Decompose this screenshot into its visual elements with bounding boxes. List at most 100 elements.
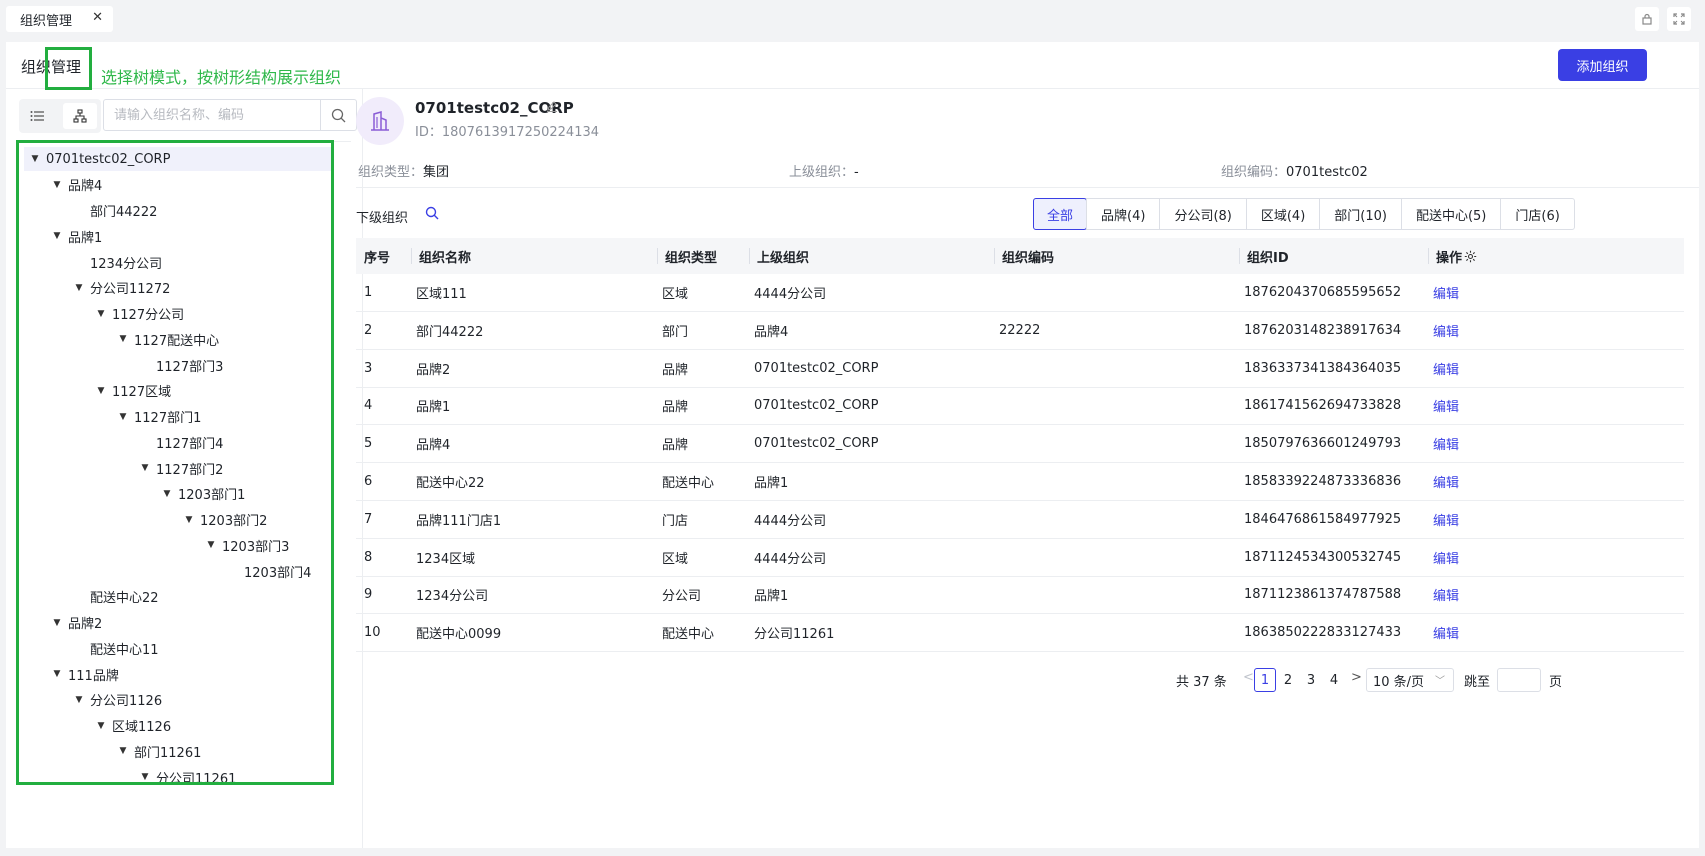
edit-link[interactable]: 编辑: [1433, 614, 1459, 651]
tree-view-icon[interactable]: [63, 103, 97, 129]
sub-orgs-title: 下级组织: [356, 211, 409, 226]
table-cell: 分公司: [662, 589, 702, 605]
table-cell: 7: [364, 511, 373, 527]
add-org-button[interactable]: 添加组织: [1558, 49, 1647, 81]
table-cell: 2: [364, 322, 373, 338]
page-suffix: 页: [1549, 675, 1563, 690]
jump-label: 跳至: [1464, 675, 1491, 690]
filter-button[interactable]: 分公司(8): [1159, 199, 1245, 229]
table-cell: 品牌1: [754, 589, 789, 605]
table-cell: 品牌4: [754, 324, 789, 340]
table-cell: 品牌2: [416, 362, 451, 378]
chevron-down-icon: ﹀: [1435, 676, 1445, 687]
annotation-text: 选择树模式，按树形结构展示组织: [101, 68, 342, 87]
org-detail-panel: 0701testc02_CORP ID：1807613917250224134 …: [356, 89, 1699, 848]
edit-link[interactable]: 编辑: [1433, 387, 1459, 424]
table-cell: 8: [364, 549, 373, 565]
table-cell: 4444分公司: [754, 287, 827, 302]
settings-icon[interactable]: [1464, 238, 1477, 274]
table-cell: 品牌4: [416, 438, 451, 454]
prev-page-icon[interactable]: <: [1243, 670, 1254, 685]
page-1[interactable]: 1: [1254, 668, 1276, 692]
building-icon: [356, 97, 404, 145]
edit-link[interactable]: 编辑: [1433, 463, 1459, 500]
next-page-icon[interactable]: >: [1351, 670, 1362, 685]
pagination: 共 37 条 < 1 2 3 4 > 10 条/页 ﹀ 跳至 页: [356, 668, 1699, 692]
page-4[interactable]: 4: [1323, 668, 1345, 692]
table-header: 序号 组织名称 组织类型 上级组织 组织编码 组织ID 操作: [356, 238, 1684, 274]
close-icon[interactable]: ✕: [92, 10, 103, 25]
filter-button[interactable]: 品牌(4): [1086, 199, 1159, 229]
table-cell: 1861741562694733828: [1244, 398, 1402, 414]
table-row: 6 配送中心22 配送中心 品牌1 1858339224873336836 编辑: [356, 463, 1684, 501]
edit-icon[interactable]: [546, 100, 558, 116]
search-icon[interactable]: [320, 100, 356, 130]
parent-org-label: 上级组织：: [789, 165, 855, 180]
table-cell: 配送中心: [662, 476, 715, 491]
column-header: 组织ID: [1247, 250, 1289, 266]
filter-button[interactable]: 区域(4): [1245, 199, 1319, 229]
list-view-icon[interactable]: [27, 107, 47, 125]
table-cell: 1871123861374787588: [1244, 587, 1402, 603]
info-divider: [356, 187, 1699, 188]
table-cell: 10: [364, 625, 381, 641]
page-2[interactable]: 2: [1277, 668, 1299, 692]
table-cell: 品牌111门店1: [416, 513, 502, 529]
annotation-box-view-switch: [45, 47, 92, 90]
lock-icon[interactable]: [1635, 7, 1659, 31]
table-cell: 品牌1: [416, 400, 451, 416]
table-cell: 4: [364, 398, 373, 414]
table-cell: 1234区域: [416, 551, 476, 567]
edit-link[interactable]: 编辑: [1433, 312, 1459, 349]
column-header: 序号: [364, 250, 391, 266]
jump-page-input[interactable]: [1497, 668, 1541, 692]
org-type-field: 组织类型：集团: [358, 161, 449, 180]
column-header: 组织类型: [665, 250, 718, 266]
table-cell: 1863850222833127433: [1244, 625, 1402, 641]
edit-link[interactable]: 编辑: [1433, 576, 1459, 613]
table-row: 3 品牌2 品牌 0701testc02_CORP 183633734138436403…: [356, 350, 1684, 388]
org-id: ID：1807613917250224134: [415, 121, 599, 140]
filter-button[interactable]: 全部: [1033, 198, 1088, 230]
table-cell: 0701testc02_CORP: [754, 398, 879, 414]
table-cell: 1858339224873336836: [1244, 474, 1402, 489]
org-code-value: 0701testc02: [1286, 165, 1368, 180]
org-id-value: 1807613917250224134: [441, 125, 600, 140]
search-icon[interactable]: [425, 206, 439, 224]
edit-link[interactable]: 编辑: [1433, 274, 1459, 311]
edit-link[interactable]: 编辑: [1433, 501, 1459, 538]
fullscreen-icon[interactable]: [1667, 7, 1691, 31]
column-divider: [657, 248, 658, 264]
edit-link[interactable]: 编辑: [1433, 350, 1459, 387]
tab-org-management[interactable]: 组织管理 ✕: [6, 6, 113, 32]
table-cell: 5: [364, 436, 373, 452]
table-cell: 1836337341384364035: [1244, 360, 1402, 376]
filter-button[interactable]: 配送中心(5): [1400, 199, 1500, 229]
edit-link[interactable]: 编辑: [1433, 425, 1459, 462]
org-search-input[interactable]: [104, 100, 318, 130]
column-header: 组织编码: [1002, 250, 1055, 266]
column-header: 组织名称: [419, 250, 472, 266]
table-cell: 区域: [662, 551, 689, 567]
annotation-box-tree: [16, 140, 334, 785]
edit-link[interactable]: 编辑: [1433, 539, 1459, 576]
table-row: 5 品牌4 品牌 0701testc02_CORP 185079763660124979…: [356, 425, 1684, 464]
column-divider: [411, 248, 412, 264]
page-3[interactable]: 3: [1300, 668, 1322, 692]
filter-button[interactable]: 门店(6): [1500, 199, 1573, 229]
table-cell: 区域: [662, 287, 689, 302]
table-cell: 1850797636601249793: [1244, 436, 1402, 452]
org-search-box: [103, 99, 357, 131]
table-cell: 1876203148238917634: [1244, 322, 1402, 338]
page-size-select[interactable]: 10 条/页 ﹀: [1366, 668, 1454, 692]
parent-org-field: 上级组织：-: [789, 161, 859, 180]
table-cell: 6: [364, 474, 373, 489]
table-cell: 1234分公司: [416, 589, 489, 605]
table-cell: 9: [364, 587, 373, 603]
table-row: 1 区域111 区域 4444分公司 1876204370685595652 编辑: [356, 274, 1684, 312]
column-divider: [749, 248, 750, 264]
table-cell: 3: [364, 360, 373, 376]
org-id-label: ID：: [415, 125, 442, 140]
filter-button[interactable]: 部门(10): [1319, 199, 1401, 229]
table-cell: 1846476861584977925: [1244, 511, 1402, 527]
